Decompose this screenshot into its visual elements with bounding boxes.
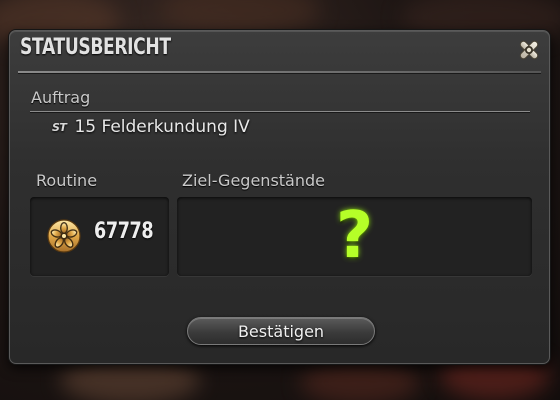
routine-box: 67778	[30, 197, 169, 276]
duty-section-label: Auftrag	[31, 88, 91, 107]
duty-entry: ST 15 Felderkundung IV	[52, 117, 250, 137]
window-title: STATUSBERICHT	[20, 35, 171, 60]
status-report-window: STATUSBERICHT Auftrag ST 15 Felderkundun…	[9, 30, 550, 364]
close-x-icon	[519, 40, 539, 60]
seal-emblem-icon	[47, 219, 81, 253]
title-divider	[18, 71, 541, 73]
confirm-button[interactable]: Bestätigen	[187, 317, 375, 345]
routine-value: 67778	[94, 219, 154, 244]
target-items-box: ?	[177, 197, 532, 276]
routine-label: Routine	[36, 171, 98, 190]
duty-name: 15 Felderkundung IV	[74, 117, 250, 137]
duty-type-tag: ST	[52, 120, 67, 134]
duty-divider	[30, 111, 530, 112]
unknown-item-question-mark: ?	[335, 199, 374, 273]
close-button[interactable]	[515, 36, 543, 64]
target-items-label: Ziel-Gegenstände	[182, 171, 325, 190]
